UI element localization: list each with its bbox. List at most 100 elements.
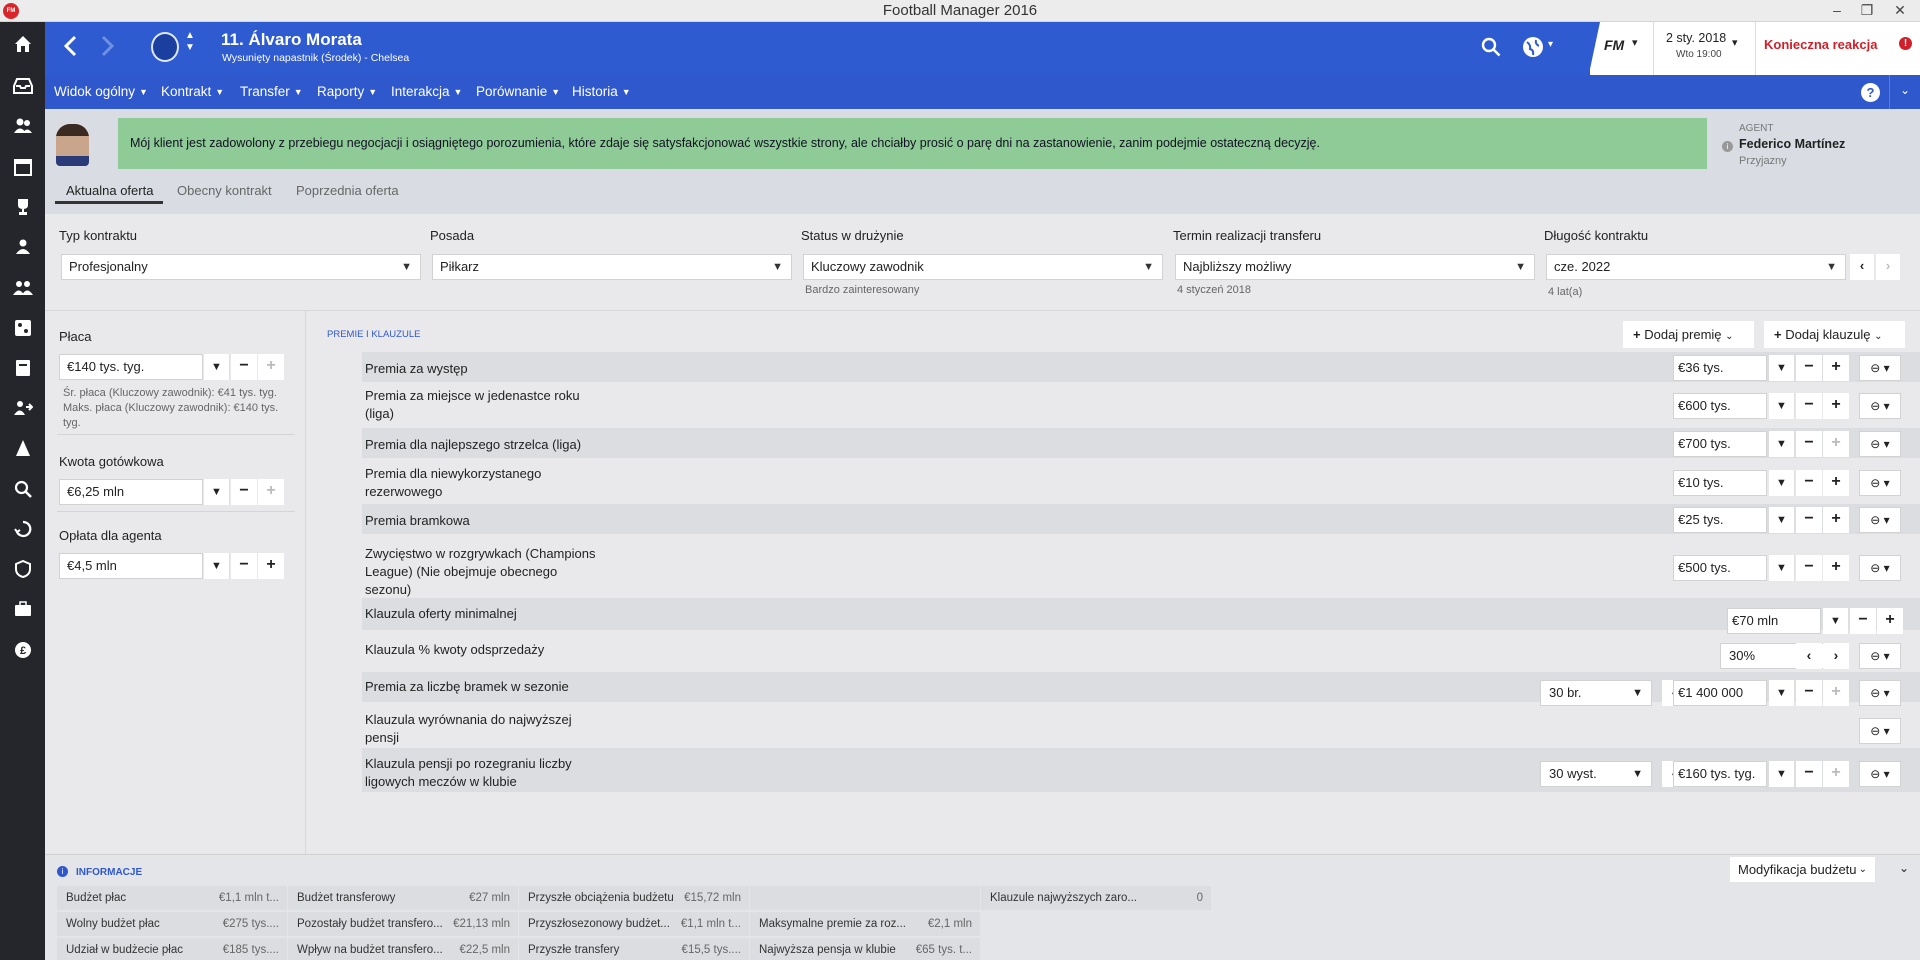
contract-length-select[interactable]: cze. 2022 ▼ [1546, 254, 1846, 280]
remove-option-button[interactable]: ⊖ ▾ [1859, 470, 1901, 496]
search-icon[interactable] [0, 469, 45, 509]
bonus-value-input[interactable]: €600 tys. [1673, 393, 1767, 419]
wage-decrease-button[interactable]: − [231, 354, 257, 380]
chevron-down-icon[interactable]: ▼ [204, 479, 230, 505]
bonus-value-input[interactable]: €700 tys. [1673, 431, 1767, 457]
club-crest-icon[interactable] [151, 32, 179, 62]
tab-current-contract[interactable]: Obecny kontrakt [177, 183, 272, 198]
decrease-button[interactable]: − [1796, 507, 1822, 533]
nav-transfer[interactable]: Transfer ▼ [240, 84, 303, 99]
chevron-down-icon[interactable]: ▼ [1769, 470, 1795, 496]
increase-button[interactable]: + [1823, 470, 1849, 496]
agent-fee-decrease-button[interactable]: − [231, 553, 257, 579]
inbox-icon[interactable] [0, 66, 45, 106]
remove-option-button[interactable]: ⊖ ▾ [1859, 431, 1901, 457]
back-icon[interactable] [63, 35, 77, 60]
close-button[interactable]: ✕ [1885, 0, 1915, 22]
scouting-icon[interactable] [0, 348, 45, 388]
remove-option-button[interactable]: ⊖ ▾ [1859, 761, 1901, 787]
nav-reports[interactable]: Raporty ▼ [317, 84, 377, 99]
remove-option-button[interactable]: ⊖ ▾ [1859, 393, 1901, 419]
nav-comparison[interactable]: Porównanie ▼ [476, 84, 560, 99]
globe-icon[interactable]: ▾ [1522, 36, 1553, 63]
add-bonus-button[interactable]: + Dodaj premię ⌄ [1623, 321, 1754, 348]
home-icon[interactable] [0, 24, 45, 64]
increase-button[interactable]: + [1823, 761, 1849, 787]
minimize-button[interactable]: – [1822, 0, 1852, 22]
increase-button[interactable]: + [1823, 355, 1849, 381]
budget-modify-button[interactable]: Modyfikacja budżetu ⌄ [1730, 857, 1875, 882]
chevron-down-icon[interactable]: ▼ [204, 354, 230, 380]
chevron-down-icon[interactable]: ▼ [1769, 355, 1795, 381]
trophy-icon[interactable] [0, 187, 45, 227]
decrease-button[interactable]: − [1796, 393, 1822, 419]
date-chevron-icon[interactable]: ▾ [1732, 36, 1738, 49]
clause-value-input[interactable]: €160 tys. tyg. [1673, 761, 1767, 787]
remove-option-button[interactable]: ⊖ ▾ [1859, 718, 1901, 744]
agent-fee-increase-button[interactable]: + [258, 553, 284, 579]
increase-button[interactable]: + [1823, 555, 1849, 581]
transfers-icon[interactable] [0, 388, 45, 428]
increase-button[interactable]: › [1823, 643, 1849, 669]
nav-contract[interactable]: Kontrakt ▼ [161, 84, 224, 99]
chevron-down-icon[interactable]: ▼ [1769, 555, 1795, 581]
cash-increase-button[interactable]: + [258, 479, 284, 505]
player-position[interactable]: Wysunięty napastnik (Środek) - Chelsea [222, 52, 409, 64]
finances-icon[interactable]: £ [0, 630, 45, 670]
bonus-value-input[interactable]: €36 tys. [1673, 355, 1767, 381]
calendar-icon[interactable] [0, 147, 45, 187]
chevron-down-icon[interactable]: ▼ [1769, 507, 1795, 533]
decrease-button[interactable]: − [1796, 470, 1822, 496]
chevron-down-icon[interactable]: ▼ [1769, 393, 1795, 419]
squad-icon[interactable] [0, 106, 45, 146]
length-decrease-button[interactable]: ‹ [1850, 254, 1874, 280]
staff-icon[interactable] [0, 268, 45, 308]
chevron-down-icon[interactable]: ⌄ [1900, 83, 1910, 97]
nav-history[interactable]: Historia ▼ [572, 84, 631, 99]
bonus-value-input[interactable]: €500 tys. [1673, 555, 1767, 581]
nav-interaction[interactable]: Interakcja ▼ [391, 84, 462, 99]
decrease-button[interactable]: − [1796, 431, 1822, 457]
help-icon[interactable]: ? [1861, 83, 1880, 102]
increase-button[interactable]: + [1823, 507, 1849, 533]
chevron-down-icon[interactable]: ⌄ [1899, 861, 1909, 875]
increase-button[interactable]: + [1823, 431, 1849, 457]
remove-option-button[interactable]: ⊖ ▾ [1859, 555, 1901, 581]
cash-decrease-button[interactable]: − [231, 479, 257, 505]
club-vision-icon[interactable] [0, 509, 45, 549]
wage-input[interactable]: €140 tys. tyg. [59, 354, 203, 380]
club-icon[interactable] [0, 549, 45, 589]
decrease-button[interactable]: − [1796, 355, 1822, 381]
contract-type-select[interactable]: Profesjonalny ▼ [61, 254, 421, 280]
forward-icon[interactable] [101, 35, 115, 60]
increase-button[interactable]: + [1823, 393, 1849, 419]
tab-current-offer[interactable]: Aktualna oferta [66, 183, 153, 198]
youth-icon[interactable] [0, 227, 45, 267]
info-icon[interactable]: i [1722, 141, 1733, 152]
decrease-button[interactable]: − [1796, 761, 1822, 787]
decrease-button[interactable]: − [1796, 555, 1822, 581]
remove-option-button[interactable]: ⊖ ▾ [1859, 643, 1901, 669]
manager-icon[interactable] [0, 589, 45, 629]
apps-count-select[interactable]: 30 wyst. ▼ [1540, 761, 1652, 787]
training-icon[interactable] [0, 428, 45, 468]
position-select[interactable]: Piłkarz ▼ [432, 254, 792, 280]
wage-increase-button[interactable]: + [258, 354, 284, 380]
current-date[interactable]: 2 sty. 2018 [1666, 31, 1726, 45]
chevron-down-icon[interactable]: ▼ [204, 553, 230, 579]
search-icon[interactable] [1481, 37, 1501, 60]
nav-overview[interactable]: Widok ogólny ▼ [54, 84, 148, 99]
chevron-down-icon[interactable]: ▼ [1769, 431, 1795, 457]
agent-name[interactable]: Federico Martínez [1739, 137, 1845, 151]
bonus-value-input[interactable]: €10 tys. [1673, 470, 1767, 496]
tactics-icon[interactable] [0, 308, 45, 348]
squad-status-select[interactable]: Kluczowy zawodnik ▼ [803, 254, 1163, 280]
fm-menu-chevron-icon[interactable]: ▾ [1632, 36, 1638, 49]
restore-button[interactable]: ❐ [1852, 0, 1882, 22]
cash-input[interactable]: €6,25 mln [59, 479, 203, 505]
remove-option-button[interactable]: ⊖ ▾ [1859, 507, 1901, 533]
transfer-date-select[interactable]: Najbliższy możliwy ▼ [1175, 254, 1535, 280]
add-clause-button[interactable]: + Dodaj klauzulę ⌄ [1764, 321, 1905, 348]
continue-button[interactable]: Konieczna reakcja [1764, 37, 1877, 52]
bonus-value-input[interactable]: €25 tys. [1673, 507, 1767, 533]
